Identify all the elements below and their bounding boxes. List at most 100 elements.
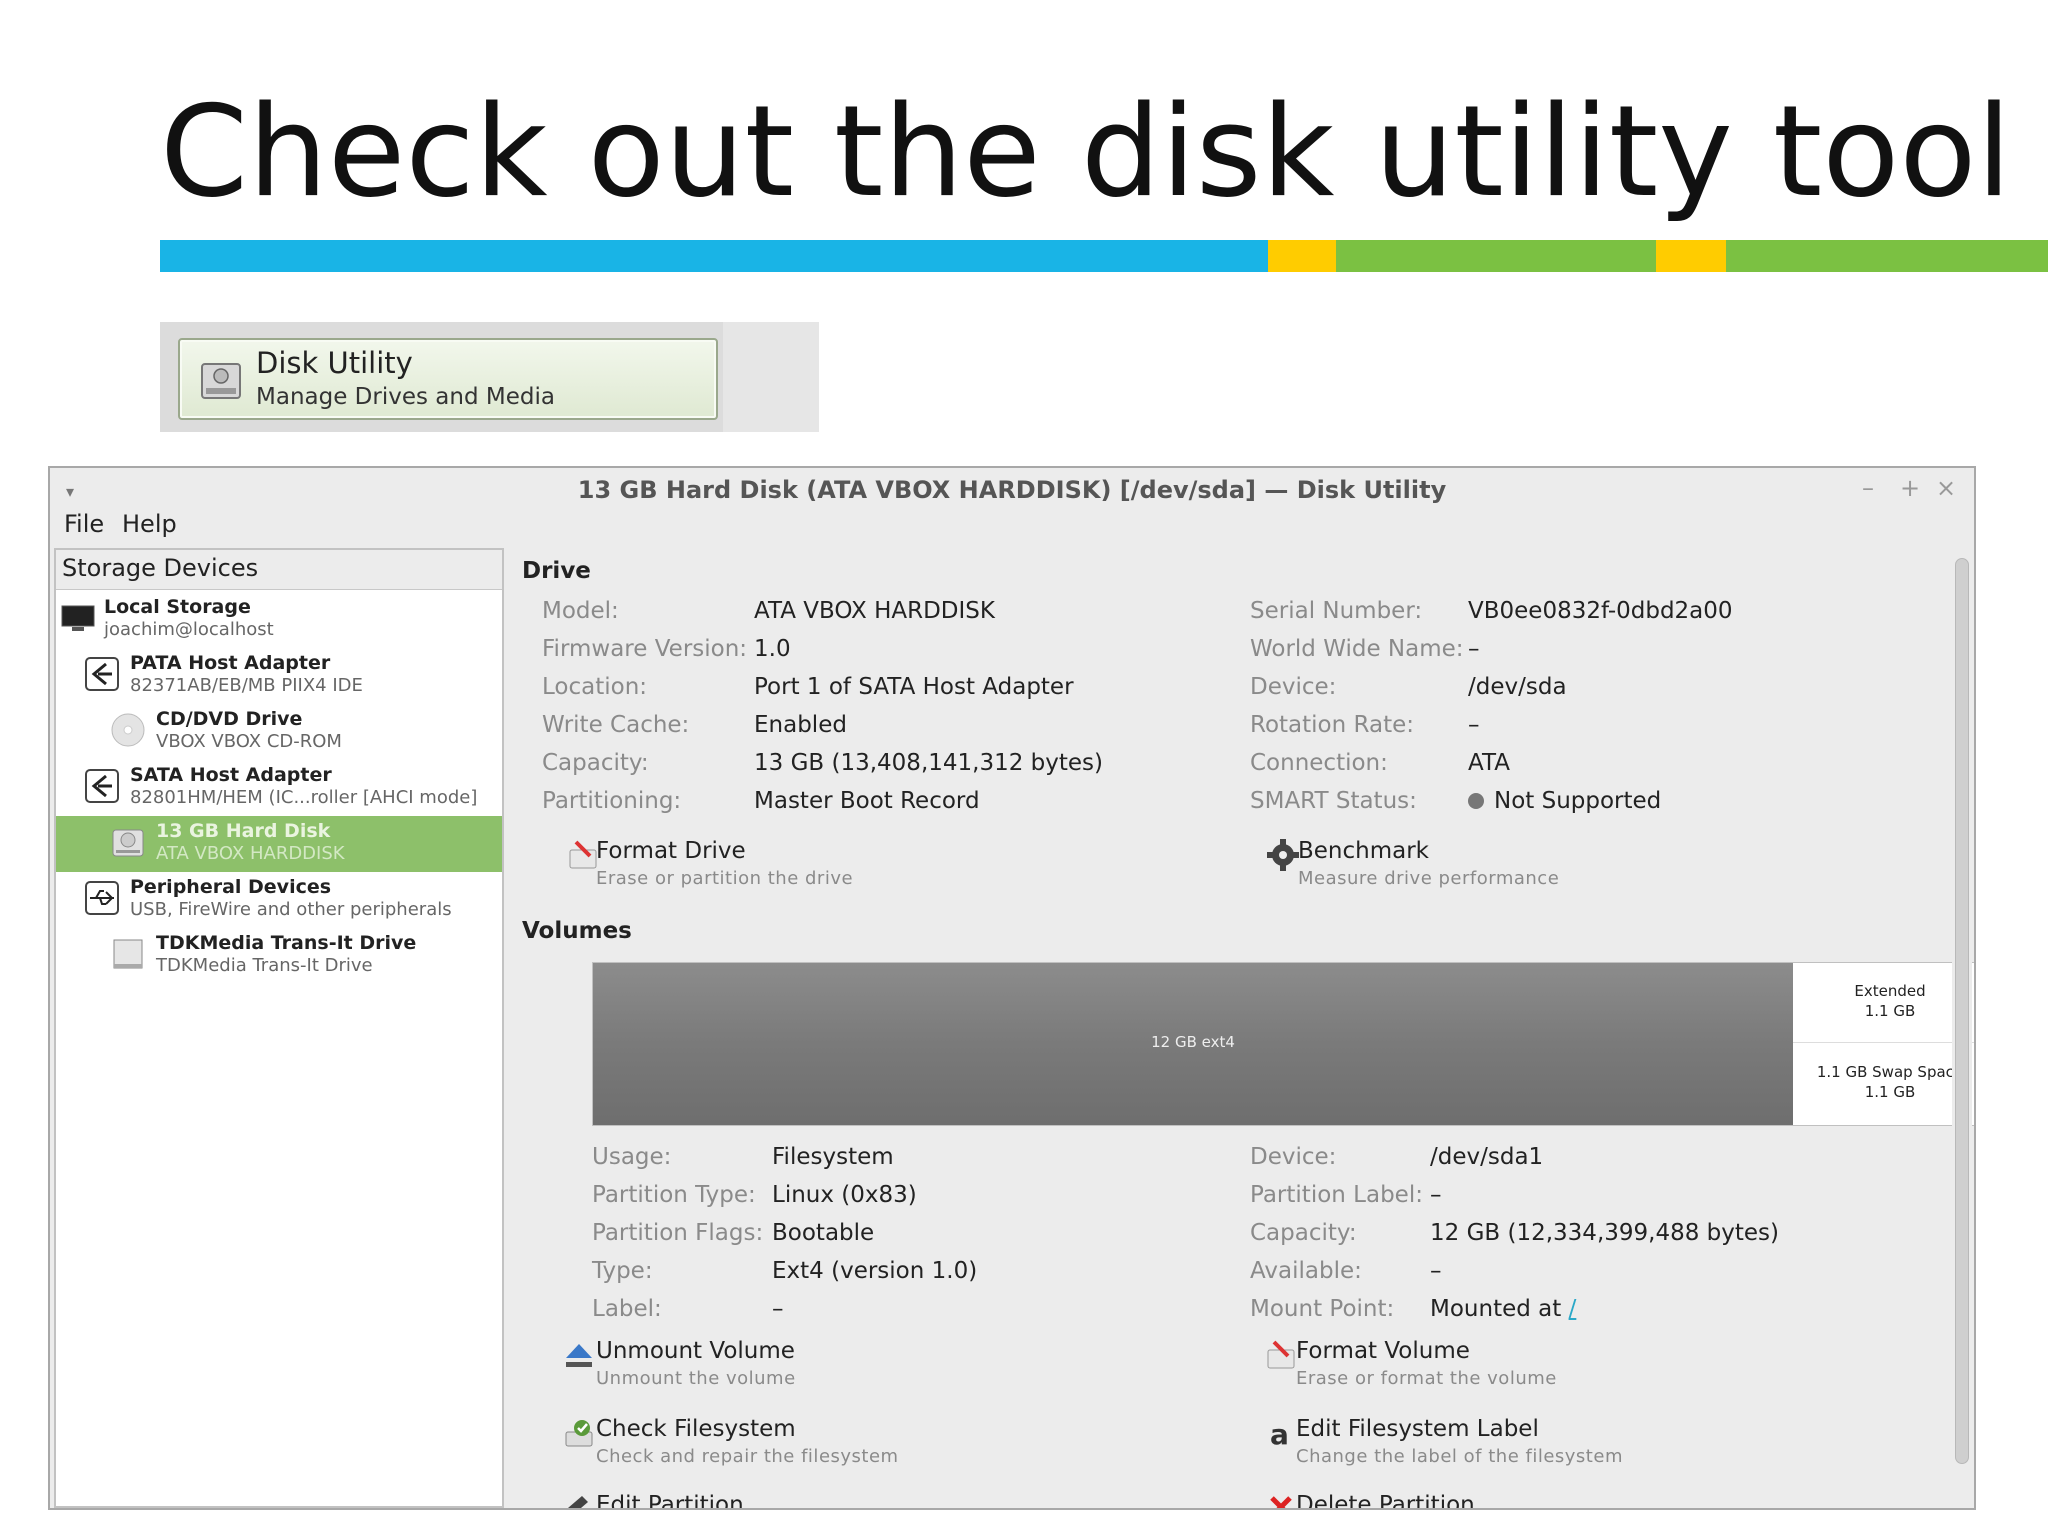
drive-capacity-value: 13 GB (13,408,141,312 bytes): [754, 750, 1104, 776]
eject-icon: [566, 1344, 592, 1367]
format-drive-icon: [569, 840, 597, 869]
volume-ext4-label: 12 GB ext4: [1151, 1033, 1235, 1051]
device-sata-host-adapter[interactable]: SATA Host Adapter 82801HM/HEM (IC...roll…: [56, 760, 502, 816]
volume-swap[interactable]: 1.1 GB Swap Space 1.1 GB: [1793, 1044, 1974, 1125]
device-name: PATA Host Adapter: [130, 652, 331, 674]
text-label-icon: a: [1270, 1418, 1289, 1450]
vol-label-label: Label:: [592, 1296, 662, 1322]
vol-partition-flags-label: Partition Flags:: [592, 1220, 764, 1246]
launcher-description: Manage Drives and Media: [256, 384, 555, 410]
scrollbar-thumb[interactable]: [1955, 558, 1969, 1464]
device-name: Local Storage: [104, 596, 251, 618]
host-adapter-icon: [85, 769, 119, 803]
edit-filesystem-label-title: Edit Filesystem Label: [1296, 1416, 1539, 1442]
device-sub: TDKMedia Trans-It Drive: [156, 955, 373, 976]
format-volume-title: Format Volume: [1296, 1338, 1470, 1364]
sidebar-header: Storage Devices: [56, 550, 502, 590]
vol-partition-label-label: Partition Label:: [1250, 1182, 1423, 1208]
vol-label-value: –: [772, 1296, 784, 1322]
vol-partition-type-label: Partition Type:: [592, 1182, 756, 1208]
device-cd-dvd-drive[interactable]: CD/DVD Drive VBOX VBOX CD-ROM: [56, 704, 502, 760]
drive-smart-label: SMART Status:: [1250, 788, 1417, 814]
unmount-volume-sub: Unmount the volume: [596, 1368, 796, 1389]
menu-help[interactable]: Help: [122, 510, 177, 538]
slide-title: Check out the disk utility tool: [160, 78, 2012, 225]
drive-model-label: Model:: [542, 598, 619, 624]
vol-partition-type-value: Linux (0x83): [772, 1182, 917, 1208]
slide: Check out the disk utility tool Disk Uti…: [0, 0, 2048, 1536]
mount-point-link[interactable]: /: [1569, 1296, 1577, 1322]
maximize-button[interactable]: +: [1900, 474, 1920, 502]
drive-wwn-value: –: [1468, 636, 1480, 662]
close-button[interactable]: ×: [1936, 474, 1956, 502]
vol-mount-point-value: Mounted at /: [1430, 1296, 1576, 1322]
main-panel: Drive Model: ATA VBOX HARDDISK Firmware …: [512, 548, 1974, 1510]
vol-partition-label-value: –: [1430, 1182, 1442, 1208]
vol-usage-label: Usage:: [592, 1144, 672, 1170]
menu-file[interactable]: File: [64, 510, 104, 538]
volume-extended-size: 1.1 GB: [1864, 1002, 1916, 1020]
disk-utility-icon: [201, 363, 241, 399]
drive-device-value: /dev/sda: [1468, 674, 1567, 700]
delete-partition-title: Delete Partition: [1296, 1492, 1475, 1510]
drive-location-value: Port 1 of SATA Host Adapter: [754, 674, 1074, 700]
drive-firmware-value: 1.0: [754, 636, 791, 662]
volumes-section-title: Volumes: [522, 918, 632, 944]
drive-write-cache-value: Enabled: [754, 712, 847, 738]
drive-device-label: Device:: [1250, 674, 1337, 700]
vol-available-label: Available:: [1250, 1258, 1362, 1284]
drive-smart-status: Not Supported: [1468, 788, 1661, 814]
vol-capacity-value: 12 GB (12,334,399,488 bytes): [1430, 1220, 1780, 1246]
drive-rotation-value: –: [1468, 712, 1480, 738]
window-title: 13 GB Hard Disk (ATA VBOX HARDDISK) [/de…: [577, 476, 1447, 504]
vol-type-value: Ext4 (version 1.0): [772, 1258, 978, 1284]
usb-drive-icon: [113, 939, 143, 969]
disk-utility-launcher[interactable]: Disk Utility Manage Drives and Media: [178, 338, 718, 420]
device-13gb-hard-disk[interactable]: 13 GB Hard Disk ATA VBOX HARDDISK: [56, 816, 502, 872]
device-local-storage[interactable]: Local Storage joachim@localhost: [56, 592, 502, 648]
drive-wwn-label: World Wide Name:: [1250, 636, 1464, 662]
vol-partition-flags-value: Bootable: [772, 1220, 875, 1246]
edit-partition-icon: [568, 1496, 588, 1508]
device-sub: 82371AB/EB/MB PIIX4 IDE: [130, 675, 363, 696]
usb-icon: [85, 881, 119, 915]
drive-location-label: Location:: [542, 674, 648, 700]
mounted-at-text: Mounted at: [1430, 1296, 1562, 1322]
storage-devices-sidebar: Storage Devices Local Storage joachim@lo…: [54, 548, 504, 1508]
device-tdkmedia-drive[interactable]: TDKMedia Trans-It Drive TDKMedia Trans-I…: [56, 928, 502, 984]
device-name: SATA Host Adapter: [130, 764, 332, 786]
drive-rotation-label: Rotation Rate:: [1250, 712, 1414, 738]
vol-capacity-label: Capacity:: [1250, 1220, 1357, 1246]
vol-device-value: /dev/sda1: [1430, 1144, 1544, 1170]
drive-serial-label: Serial Number:: [1250, 598, 1423, 624]
minimize-button[interactable]: –: [1862, 474, 1874, 502]
check-filesystem-title: Check Filesystem: [596, 1416, 796, 1442]
main-scrollbar[interactable]: [1952, 552, 1972, 1508]
device-name: TDKMedia Trans-It Drive: [156, 932, 417, 954]
stripe-blue: [160, 240, 1268, 272]
check-filesystem-icon: [565, 1420, 593, 1447]
device-name: CD/DVD Drive: [156, 708, 303, 730]
titlebar: ▾ 13 GB Hard Disk (ATA VBOX HARDDISK) [/…: [50, 468, 1974, 512]
stripe-yellow-2: [1656, 240, 1726, 272]
device-pata-host-adapter[interactable]: PATA Host Adapter 82371AB/EB/MB PIIX4 ID…: [56, 648, 502, 704]
vol-available-value: –: [1430, 1258, 1442, 1284]
drive-firmware-label: Firmware Version:: [542, 636, 748, 662]
volume-ext4[interactable]: 12 GB ext4: [593, 963, 1793, 1125]
stripe-yellow-1: [1268, 240, 1336, 272]
format-volume-icon: [1267, 1340, 1295, 1369]
volume-extended[interactable]: Extended 1.1 GB: [1793, 963, 1974, 1043]
vol-type-label: Type:: [592, 1258, 653, 1284]
device-sub: USB, FireWire and other peripherals: [130, 899, 452, 920]
volume-swap-size: 1.1 GB: [1864, 1083, 1916, 1101]
device-peripheral-devices[interactable]: Peripheral Devices USB, FireWire and oth…: [56, 872, 502, 928]
drive-connection-value: ATA: [1468, 750, 1510, 776]
drive-connection-label: Connection:: [1250, 750, 1388, 776]
vol-device-label: Device:: [1250, 1144, 1337, 1170]
monitor-icon: [61, 605, 95, 631]
smart-status-value: Not Supported: [1494, 788, 1662, 814]
device-sub: 82801HM/HEM (IC...roller [AHCI mode]: [130, 787, 478, 808]
format-drive-sub: Erase or partition the drive: [596, 868, 854, 889]
launcher-name: Disk Utility: [256, 346, 413, 380]
harddisk-icon: [112, 829, 144, 857]
